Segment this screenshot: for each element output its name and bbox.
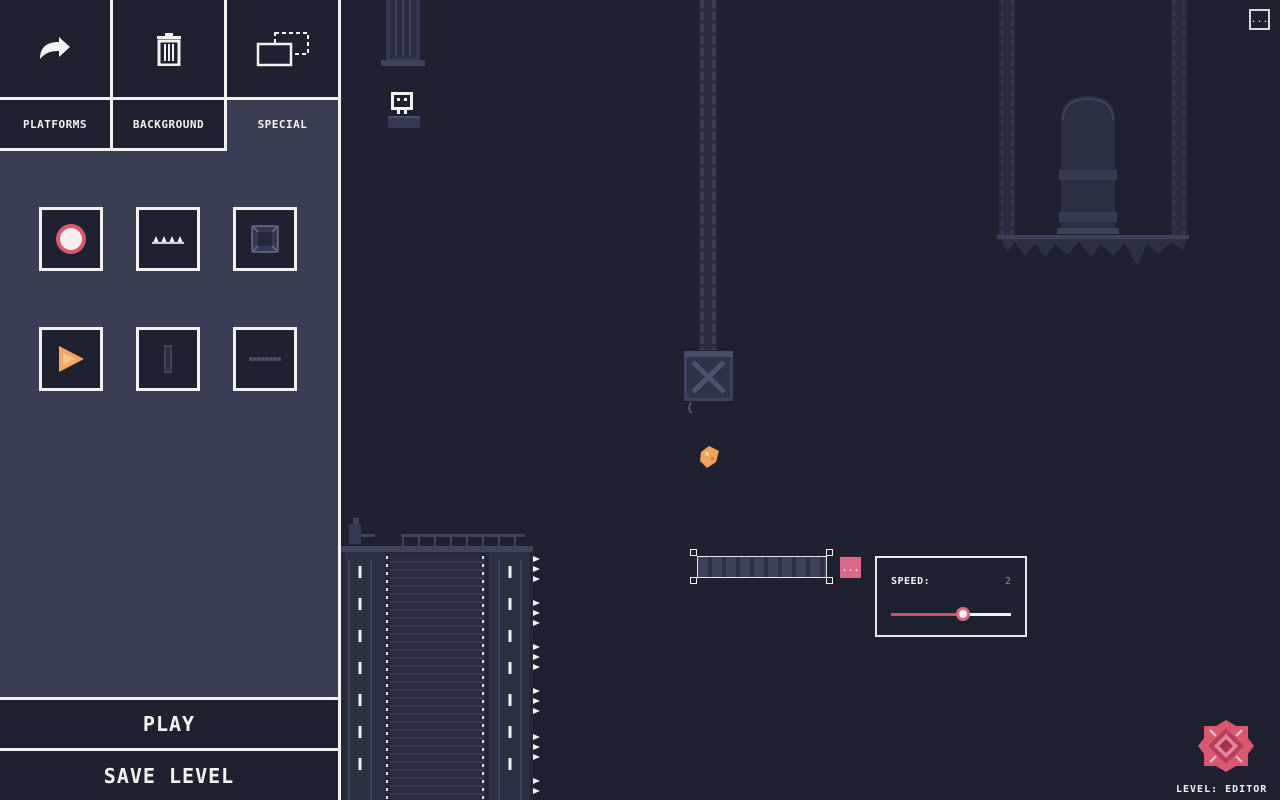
menu-button[interactable]: ...: [1249, 9, 1270, 30]
orange-triangle-icon: [59, 346, 84, 372]
trash-icon: [156, 32, 181, 66]
level-scene: [341, 0, 1189, 800]
speed-slider-fill: [891, 613, 963, 616]
speed-slider-thumb[interactable]: [956, 607, 970, 621]
resize-handle-top-left[interactable]: [690, 549, 697, 556]
spike-row-icon: [152, 236, 184, 244]
redo-button[interactable]: [0, 0, 110, 97]
item-slot-pillar[interactable]: [136, 327, 200, 391]
save-level-button[interactable]: SAVE LEVEL: [0, 751, 338, 800]
dark-block-icon: [251, 225, 279, 253]
resize-handle-bottom-right[interactable]: [826, 577, 833, 584]
tab-background[interactable]: BACKGROUND: [113, 100, 224, 148]
delete-button[interactable]: [113, 0, 224, 97]
level-canvas[interactable]: [341, 0, 1280, 800]
collectible-icon[interactable]: [700, 446, 719, 468]
tab-platforms[interactable]: PLATFORMS: [0, 100, 110, 148]
redo-arrow-icon: [40, 36, 70, 59]
level-badge-icon: [1198, 720, 1254, 772]
resize-handle-top-right[interactable]: [826, 549, 833, 556]
hanging-pillar: [381, 0, 425, 66]
item-slot-triangle[interactable]: [39, 327, 103, 391]
level-label: LEVEL: EDITOR: [1176, 784, 1268, 795]
hanging-cage: [997, 0, 1189, 266]
spiked-tower: [341, 518, 540, 800]
speed-value: 2: [1004, 576, 1011, 587]
thin-platform-icon: [249, 357, 281, 361]
item-slot-orb[interactable]: [39, 207, 103, 271]
speed-slider[interactable]: [891, 607, 1011, 621]
platform-options-button[interactable]: ...: [840, 557, 861, 578]
speed-label: SPEED:: [891, 576, 931, 587]
multi-select-button[interactable]: [227, 0, 338, 97]
item-slot-spikes[interactable]: [136, 207, 200, 271]
tab-special[interactable]: SPECIAL: [227, 100, 338, 148]
resize-handle-bottom-left[interactable]: [690, 577, 697, 584]
divider: [0, 148, 227, 151]
multi-select-icon: [256, 31, 309, 66]
play-button[interactable]: PLAY: [0, 700, 338, 748]
pink-orb-icon: [56, 224, 86, 254]
selected-moving-platform[interactable]: [697, 556, 827, 578]
narrow-pillar-icon: [164, 345, 172, 373]
speed-panel: SPEED: 2: [875, 556, 1027, 637]
item-slot-block[interactable]: [233, 207, 297, 271]
item-slot-thin-platform[interactable]: [233, 327, 297, 391]
editor-panel: PLATFORMS BACKGROUND SPECIAL PLAY SAVE L…: [0, 0, 341, 800]
player-character-icon[interactable]: [388, 92, 420, 128]
hanging-crate[interactable]: [684, 0, 733, 414]
